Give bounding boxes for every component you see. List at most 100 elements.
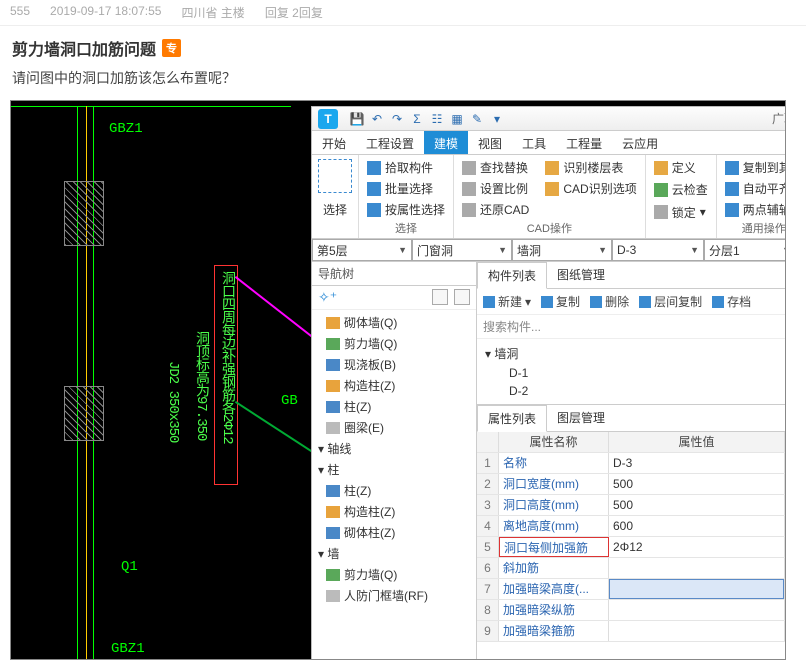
qat-sum-icon[interactable]: Σ (410, 112, 424, 126)
tab-cloud[interactable]: 云应用 (612, 131, 668, 154)
tree-item-d1[interactable]: D-1 (485, 364, 786, 382)
cad-text-2: 洞顶标高为97.350 (191, 331, 211, 440)
nav-item-icon (326, 569, 340, 581)
nav-item[interactable]: 人防门框墙(RF) (312, 585, 476, 606)
property-row[interactable]: 6斜加筋☐ (477, 558, 786, 579)
property-grid[interactable]: 属性名称属性值附1名称D-3☐2洞口宽度(mm)500☐3洞口高度(mm)500… (477, 432, 786, 660)
nav-item[interactable]: 柱(Z) (312, 480, 476, 501)
tree-root[interactable]: 墙洞 (494, 347, 518, 361)
property-row[interactable]: 1名称D-3☐ (477, 453, 786, 474)
nav-item[interactable]: 砌体墙(Q) (312, 312, 476, 333)
restore-cad-button[interactable]: 还原CAD (460, 199, 531, 220)
qat-edit-icon[interactable]: ✎ (470, 112, 484, 126)
cloud-check-button[interactable]: 云检查 (652, 179, 710, 200)
nav-item[interactable]: 剪力墙(Q) (312, 564, 476, 585)
qat-settings-icon[interactable]: ▦ (450, 112, 464, 126)
ribbon: 选择 拾取构件 批量选择 按属性选择 选择 查找替换 设置比例 还原CAD 识别 (312, 155, 786, 239)
nav-item-label: 砌体柱(Z) (344, 524, 395, 541)
copy-button[interactable]: 复制 (541, 293, 580, 310)
property-row[interactable]: 8加强暗梁纵筋☐ (477, 600, 786, 621)
meta-loc: 四川省 主楼 (181, 4, 244, 21)
nav-item[interactable]: 柱(Z) (312, 396, 476, 417)
component-tree[interactable]: ▾ 墙洞 D-1 D-2 (477, 339, 786, 404)
qat-more-icon[interactable]: ▾ (490, 112, 504, 126)
batch-select-button[interactable]: 批量选择 (365, 178, 447, 199)
nav-add-icon[interactable]: ✧⁺ (318, 289, 337, 306)
component-combo[interactable]: D-3▼ (612, 239, 704, 261)
define-button[interactable]: 定义 (652, 157, 710, 178)
nav-group[interactable]: ▾ 墙 (312, 543, 476, 564)
identify-floor-button[interactable]: 识别楼层表 (543, 157, 638, 178)
gbz-top-label: GBZ1 (109, 121, 143, 137)
set-scale-button[interactable]: 设置比例 (460, 178, 531, 199)
nav-item[interactable]: 圈梁(E) (312, 417, 476, 438)
post-meta: 555 2019-09-17 18:07:55 四川省 主楼 回复 2回复 (0, 0, 806, 26)
property-row[interactable]: 4离地高度(mm)600☐ (477, 516, 786, 537)
auto-level-button[interactable]: 自动平齐板 (723, 178, 786, 199)
tab-drawing-mgmt[interactable]: 图纸管理 (547, 262, 615, 288)
general-group-label: 通用操作 (723, 220, 786, 236)
tab-tools[interactable]: 工具 (512, 131, 556, 154)
nav-tool-1[interactable] (432, 289, 448, 305)
nav-item-label: 柱(Z) (344, 398, 371, 415)
nav-item[interactable]: 剪力墙(Q) (312, 333, 476, 354)
qat-undo-icon[interactable]: ↶ (370, 112, 384, 126)
cad-options-button[interactable]: CAD识别选项 (543, 178, 638, 199)
tab-component-list[interactable]: 构件列表 (477, 262, 547, 289)
tab-layer-mgmt[interactable]: 图层管理 (547, 405, 615, 431)
tab-properties[interactable]: 属性列表 (477, 405, 547, 432)
tab-project[interactable]: 工程设置 (356, 131, 424, 154)
quick-access-toolbar: 💾 ↶ ↷ Σ ☷ ▦ ✎ ▾ (350, 112, 504, 126)
search-components[interactable]: 搜索构件... (477, 315, 786, 339)
nav-group[interactable]: ▾ 轴线 (312, 438, 476, 459)
property-row[interactable]: 9加强暗梁箍筋☐ (477, 621, 786, 642)
tab-view[interactable]: 视图 (468, 131, 512, 154)
nav-item[interactable]: 构造柱(Z) (312, 375, 476, 396)
property-row[interactable]: 3洞口高度(mm)500☐ (477, 495, 786, 516)
qat-tree-icon[interactable]: ☷ (430, 112, 444, 126)
property-row[interactable]: 7加强暗梁高度(...☐ (477, 579, 786, 600)
property-row[interactable]: 5洞口每侧加强筋2Φ12☐ (477, 537, 786, 558)
tree-item-d2[interactable]: D-2 (485, 382, 786, 400)
type-combo[interactable]: 墙洞▼ (512, 239, 612, 261)
combo-bar: 第5层▼ 门窗洞▼ 墙洞▼ D-3▼ 分层1▼ (312, 239, 786, 262)
nav-tree[interactable]: 砌体墙(Q)剪力墙(Q)现浇板(B)构造柱(Z)柱(Z)圈梁(E)▾ 轴线▾ 柱… (312, 310, 476, 660)
new-button[interactable]: 新建 ▾ (483, 293, 531, 310)
nav-item-label: 人防门框墙(RF) (344, 587, 428, 604)
post: 剪力墙洞口加筋问题 专 请问图中的洞口加筋该怎么布置呢？ (0, 26, 806, 94)
lock-button[interactable]: 锁定 ▾ (652, 202, 710, 223)
category-combo[interactable]: 门窗洞▼ (412, 239, 512, 261)
copy-to-other-button[interactable]: 复制到其它 (723, 157, 786, 178)
archive-button[interactable]: 存档 (712, 293, 751, 310)
tab-quantity[interactable]: 工程量 (556, 131, 612, 154)
two-point-aux-button[interactable]: 两点辅轴 (723, 199, 786, 220)
right-panel: 构件列表 图纸管理 新建 ▾ 复制 删除 层间复制 存档 搜索构件... ▾ 墙… (477, 262, 786, 660)
tab-start[interactable]: 开始 (312, 131, 356, 154)
nav-item[interactable]: 砌体柱(Z) (312, 522, 476, 543)
nav-tool-2[interactable] (454, 289, 470, 305)
post-body: 请问图中的洞口加筋该怎么布置呢？ (12, 68, 794, 88)
nav-item[interactable]: 构造柱(Z) (312, 501, 476, 522)
layer-combo[interactable]: 分层1▼ (704, 239, 786, 261)
select-tool-icon[interactable] (318, 159, 352, 193)
screenshot-frame: GBZ1 GB GBZ1 Q1 JD2 350x350 洞顶标高为97.350 … (10, 100, 786, 660)
property-row[interactable]: 2洞口宽度(mm)500☐ (477, 474, 786, 495)
delete-button[interactable]: 删除 (590, 293, 629, 310)
find-replace-button[interactable]: 查找替换 (460, 157, 531, 178)
interlayer-copy-button[interactable]: 层间复制 (639, 293, 702, 310)
select-big-label[interactable]: 选择 (318, 201, 352, 218)
floor-combo[interactable]: 第5层▼ (312, 239, 412, 261)
qat-redo-icon[interactable]: ↷ (390, 112, 404, 126)
nav-item-icon (326, 401, 340, 413)
nav-group[interactable]: ▾ 柱 (312, 459, 476, 480)
expert-badge: 专 (162, 39, 181, 57)
pick-component-button[interactable]: 拾取构件 (365, 157, 447, 178)
nav-item-label: 剪力墙(Q) (344, 335, 397, 352)
nav-item-icon (326, 506, 340, 518)
tab-model[interactable]: 建模 (424, 131, 468, 154)
ribbon-tabs: 开始 工程设置 建模 视图 工具 工程量 云应用 (312, 131, 786, 155)
nav-item[interactable]: 现浇板(B) (312, 354, 476, 375)
qat-save-icon[interactable]: 💾 (350, 112, 364, 126)
brand-right: 广联 (772, 110, 786, 127)
select-by-attr-button[interactable]: 按属性选择 (365, 199, 447, 220)
